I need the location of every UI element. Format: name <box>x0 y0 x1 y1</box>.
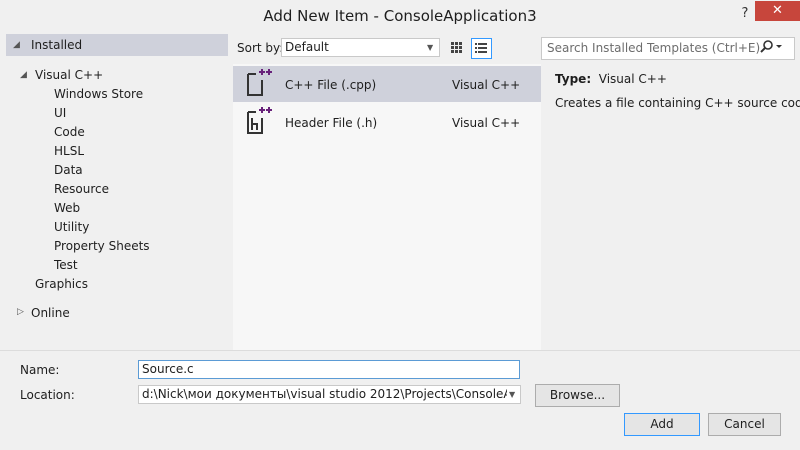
description: Creates a file containing C++ source cod… <box>555 96 800 110</box>
header-file-icon <box>247 107 272 134</box>
divider <box>0 350 800 351</box>
cancel-button[interactable]: Cancel <box>708 413 781 436</box>
item-language: Visual C++ <box>452 78 521 92</box>
tree-item-online[interactable]: Online <box>31 306 70 320</box>
list-view-icon <box>475 43 487 53</box>
tree-item-graphics[interactable]: Graphics <box>35 277 88 291</box>
sort-by-value: Default <box>285 40 329 54</box>
expanded-triangle-icon[interactable]: ◢ <box>13 40 20 50</box>
grid-view-icon <box>451 42 462 53</box>
close-button[interactable]: ✕ <box>755 1 800 21</box>
name-field-value: Source.c <box>142 362 194 376</box>
expanded-triangle-icon[interactable]: ◢ <box>20 70 27 80</box>
tree-item-resource[interactable]: Resource <box>54 182 109 196</box>
item-name: C++ File (.cpp) <box>285 78 377 92</box>
item-language: Visual C++ <box>452 116 521 130</box>
tree-item-hlsl[interactable]: HLSL <box>54 144 84 158</box>
item-name: Header File (.h) <box>285 116 378 130</box>
dropdown-arrow-icon[interactable]: ▼ <box>509 390 515 399</box>
type-label: Type: <box>555 72 592 86</box>
tree-item-visual-cpp[interactable]: Visual C++ <box>35 68 103 82</box>
tree-item-test[interactable]: Test <box>54 258 78 272</box>
list-view-button[interactable] <box>471 38 492 59</box>
help-button[interactable]: ? <box>738 6 752 24</box>
browse-button[interactable]: Browse... <box>535 384 620 407</box>
tree-item-web[interactable]: Web <box>54 201 80 215</box>
cpp-file-icon <box>247 69 272 96</box>
tree-item-code[interactable]: Code <box>54 125 85 139</box>
tree-item-ui[interactable]: UI <box>54 106 66 120</box>
add-button[interactable]: Add <box>624 413 700 436</box>
location-label: Location: <box>20 388 75 402</box>
search-icon[interactable] <box>759 40 783 54</box>
type-value: Visual C++ <box>598 72 667 86</box>
location-field-value: d:\Nick\мои документы\visual studio 2012… <box>142 387 507 401</box>
name-label: Name: <box>20 363 60 377</box>
sort-by-label: Sort by: <box>237 41 284 55</box>
collapsed-triangle-icon[interactable]: ▷ <box>17 307 24 317</box>
type-line: Type: Visual C++ <box>555 72 667 86</box>
tree-item-windows-store[interactable]: Windows Store <box>54 87 143 101</box>
tree-item-property-sheets[interactable]: Property Sheets <box>54 239 150 253</box>
tree-item-utility[interactable]: Utility <box>54 220 89 234</box>
window-title: Add New Item - ConsoleApplication3 <box>263 7 537 25</box>
tree-item-data[interactable]: Data <box>54 163 83 177</box>
search-placeholder: Search Installed Templates (Ctrl+E) <box>547 41 761 55</box>
dropdown-arrow-icon[interactable]: ▼ <box>427 43 433 52</box>
grid-view-button[interactable] <box>447 38 466 57</box>
tree-item-installed-label: Installed <box>31 38 83 52</box>
name-field[interactable] <box>138 360 520 379</box>
